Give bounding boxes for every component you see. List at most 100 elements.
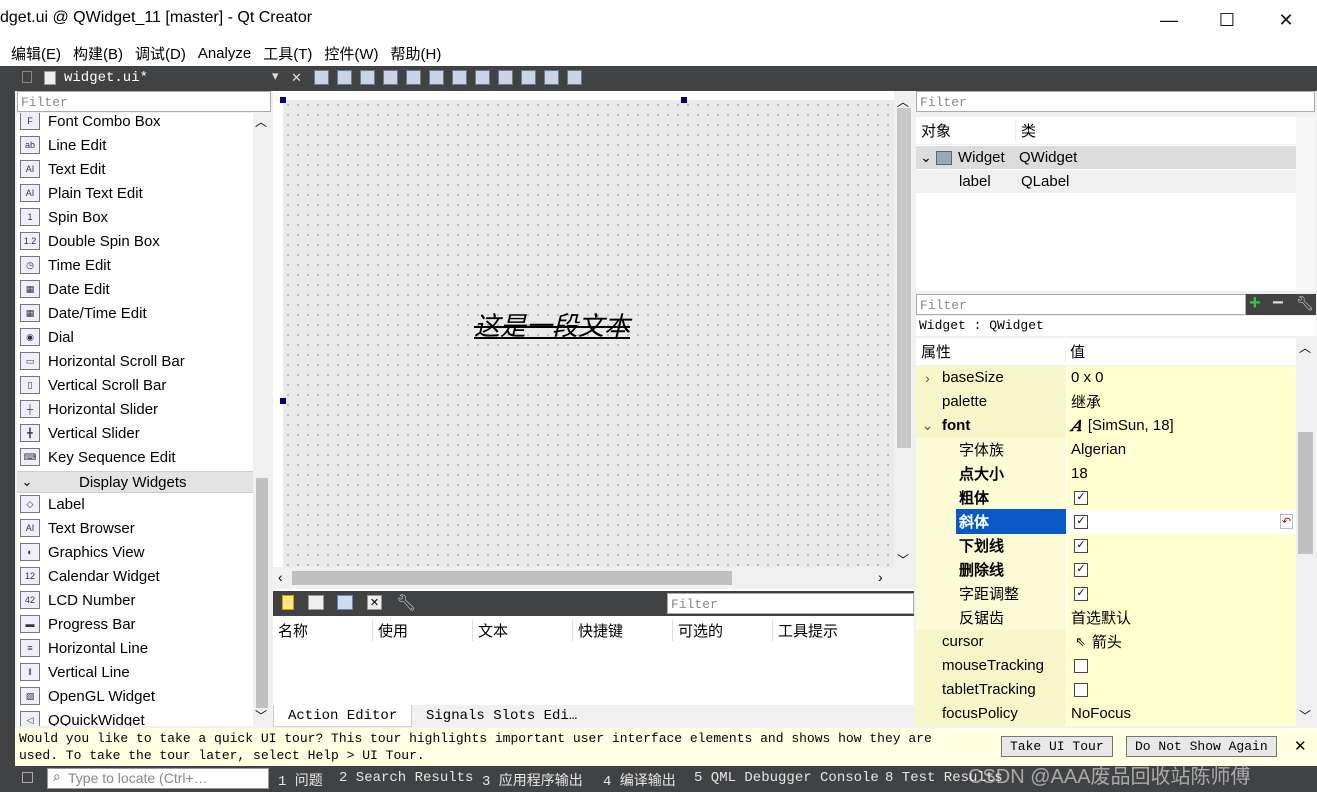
property-value-cell[interactable]: 继承 (1066, 389, 1296, 414)
property-value-cell[interactable]: 0 x 0 (1066, 365, 1296, 390)
pane-app-output[interactable]: 3 应用程序输出 (482, 770, 583, 790)
property-value-cell[interactable]: 首选默认 (1066, 605, 1296, 630)
adjust-size-icon[interactable] (567, 70, 582, 85)
widget-box-scroll-thumb[interactable] (256, 478, 268, 708)
property-value-cell[interactable] (1066, 653, 1296, 678)
action-filter[interactable]: Filter (667, 593, 914, 614)
resize-handle-top[interactable] (681, 97, 687, 103)
widget-box-item[interactable]: ◁ QQuickWidget (17, 708, 253, 726)
col-checkable[interactable]: 可选的 (673, 619, 773, 641)
scroll-down-icon[interactable]: ﹀ (897, 551, 909, 568)
widget-box-item[interactable]: ≡ Horizontal Line (17, 636, 253, 660)
col-object[interactable]: 对象 (916, 120, 1016, 141)
property-value-cell[interactable]: ✓ ↶ (1066, 509, 1296, 534)
widget-box-item[interactable]: ◐ Graphics View (17, 540, 253, 564)
widget-box-item[interactable]: AI Plain Text Edit (17, 181, 253, 205)
collapse-icon[interactable]: ⌄ (916, 149, 936, 166)
editor-hscroll-thumb[interactable] (292, 571, 732, 585)
open-file-tab[interactable]: widget.ui* (64, 70, 148, 86)
widget-box-item[interactable]: ╋ Vertical Slider (17, 421, 253, 445)
break-layout-icon[interactable] (544, 70, 559, 85)
widget-box-item[interactable]: ┼ Horizontal Slider (17, 397, 253, 421)
property-checkbox[interactable]: ✓ (1074, 538, 1088, 553)
dont-show-again-button[interactable]: Do Not Show Again (1126, 736, 1277, 757)
property-value-cell[interactable] (1066, 677, 1296, 702)
category-expand-icon[interactable]: ⌄ (17, 474, 37, 490)
property-row[interactable]: mouseTracking (916, 653, 1296, 678)
property-checkbox[interactable] (1074, 682, 1088, 697)
widget-box-item[interactable]: ⌨ Key Sequence Edit (17, 445, 253, 469)
property-checkbox[interactable]: ✓ (1074, 562, 1088, 577)
col-class[interactable]: 类 (1016, 120, 1036, 141)
property-row[interactable]: ⌄ font 𝐴 [SimSun, 18] (916, 413, 1296, 438)
layout-form-icon[interactable] (498, 70, 513, 85)
form-label[interactable]: 这是一段文本 (474, 306, 630, 343)
property-value-cell[interactable]: ✓ (1066, 557, 1296, 582)
edit-signals-icon[interactable] (337, 70, 352, 85)
col-text[interactable]: 文本 (473, 619, 573, 641)
expand-icon[interactable]: ⌄ (916, 417, 939, 434)
scroll-up-icon[interactable]: ︿ (255, 113, 267, 130)
widget-box-item[interactable]: ▦ Date Edit (17, 277, 253, 301)
edit-tab-order-icon[interactable] (383, 70, 398, 85)
property-row[interactable]: › baseSize 0 x 0 (916, 365, 1296, 390)
widget-box-item[interactable]: ▬ Progress Bar (17, 612, 253, 636)
property-row[interactable]: cursor ⇖ 箭头 (916, 629, 1296, 654)
menu-edit[interactable]: 编辑(E) (0, 43, 66, 64)
property-scroll-thumb[interactable] (1298, 432, 1313, 554)
take-tour-button[interactable]: Take UI Tour (1001, 736, 1113, 757)
property-checkbox[interactable]: ✓ (1074, 490, 1088, 505)
menu-build[interactable]: 构建(B) (66, 43, 128, 64)
splitter-vertical-icon[interactable] (475, 70, 490, 85)
property-row[interactable]: 删除线 ✓ (916, 557, 1296, 582)
scroll-right-icon[interactable]: › (878, 569, 883, 585)
delete-action-icon[interactable]: ✕ (367, 595, 382, 610)
tree-row-widget[interactable]: ⌄ Widget QWidget (916, 146, 1296, 169)
menu-help[interactable]: 帮助(H) (384, 43, 447, 64)
resize-handle-left[interactable] (280, 398, 286, 404)
property-row[interactable]: 斜体 ✓ ↶ (916, 509, 1296, 534)
file-dropdown-icon[interactable]: ▾ (272, 68, 279, 84)
close-button[interactable]: ✕ (1257, 0, 1315, 40)
pane-issues[interactable]: 1 问题 (278, 770, 323, 790)
layout-horizontal-icon[interactable] (406, 70, 421, 85)
widget-box-item[interactable]: AI Text Browser (17, 516, 253, 540)
property-row[interactable]: 点大小 18 (916, 461, 1296, 486)
col-tooltip[interactable]: 工具提示 (773, 620, 873, 641)
layout-grid-icon[interactable] (521, 70, 536, 85)
col-name[interactable]: 名称 (273, 619, 373, 641)
edit-buddies-icon[interactable] (360, 70, 375, 85)
pane-qml-debugger[interactable]: 5 QML Debugger Console (694, 770, 879, 786)
property-checkbox[interactable]: ✓ (1074, 514, 1088, 529)
locator-input[interactable]: Type to locate (Ctrl+… (47, 768, 269, 789)
widget-box-item[interactable]: ◇ Label (17, 492, 253, 516)
tab-signals-slots[interactable]: Signals Slots Edi… (412, 705, 591, 727)
property-row[interactable]: palette 继承 (916, 389, 1296, 414)
col-shortcut[interactable]: 快捷键 (573, 619, 673, 641)
property-row[interactable]: 字距调整 ✓ (916, 581, 1296, 606)
col-property[interactable]: 属性 (916, 341, 1066, 362)
property-row[interactable]: 字体族 Algerian (916, 437, 1296, 462)
widget-box-item[interactable]: ‖ Vertical Line (17, 660, 253, 684)
widget-box-item[interactable]: 42 LCD Number (17, 588, 253, 612)
configure-icon[interactable]: 🔧︎ (1296, 295, 1314, 312)
sidebar-toggle-icon[interactable] (22, 772, 33, 783)
widget-box-item[interactable]: ▦ Date/Time Edit (17, 301, 253, 325)
add-property-icon[interactable]: + (1249, 292, 1261, 315)
expand-icon[interactable]: › (916, 370, 939, 386)
remove-property-icon[interactable]: − (1272, 292, 1284, 315)
col-value[interactable]: 值 (1066, 341, 1085, 362)
widget-box-item[interactable]: 1 Spin Box (17, 205, 253, 229)
resize-handle-top-left[interactable] (280, 97, 286, 103)
property-row[interactable]: focusPolicy NoFocus (916, 701, 1296, 726)
editor-vscroll-thumb[interactable] (897, 108, 911, 448)
widget-box-item[interactable]: 1.2 Double Spin Box (17, 229, 253, 253)
property-row[interactable]: 反锯齿 首选默认 (916, 605, 1296, 630)
object-inspector-scrollbar[interactable] (1296, 117, 1315, 291)
wrench-icon[interactable]: 🔧︎ (396, 593, 416, 613)
property-value-cell[interactable]: ✓ (1066, 485, 1296, 510)
pane-search-results[interactable]: 2 Search Results (339, 770, 473, 786)
close-file-icon[interactable]: ✕ (291, 70, 302, 86)
widget-box-item[interactable]: ▭ Horizontal Scroll Bar (17, 349, 253, 373)
property-checkbox[interactable] (1074, 658, 1088, 673)
